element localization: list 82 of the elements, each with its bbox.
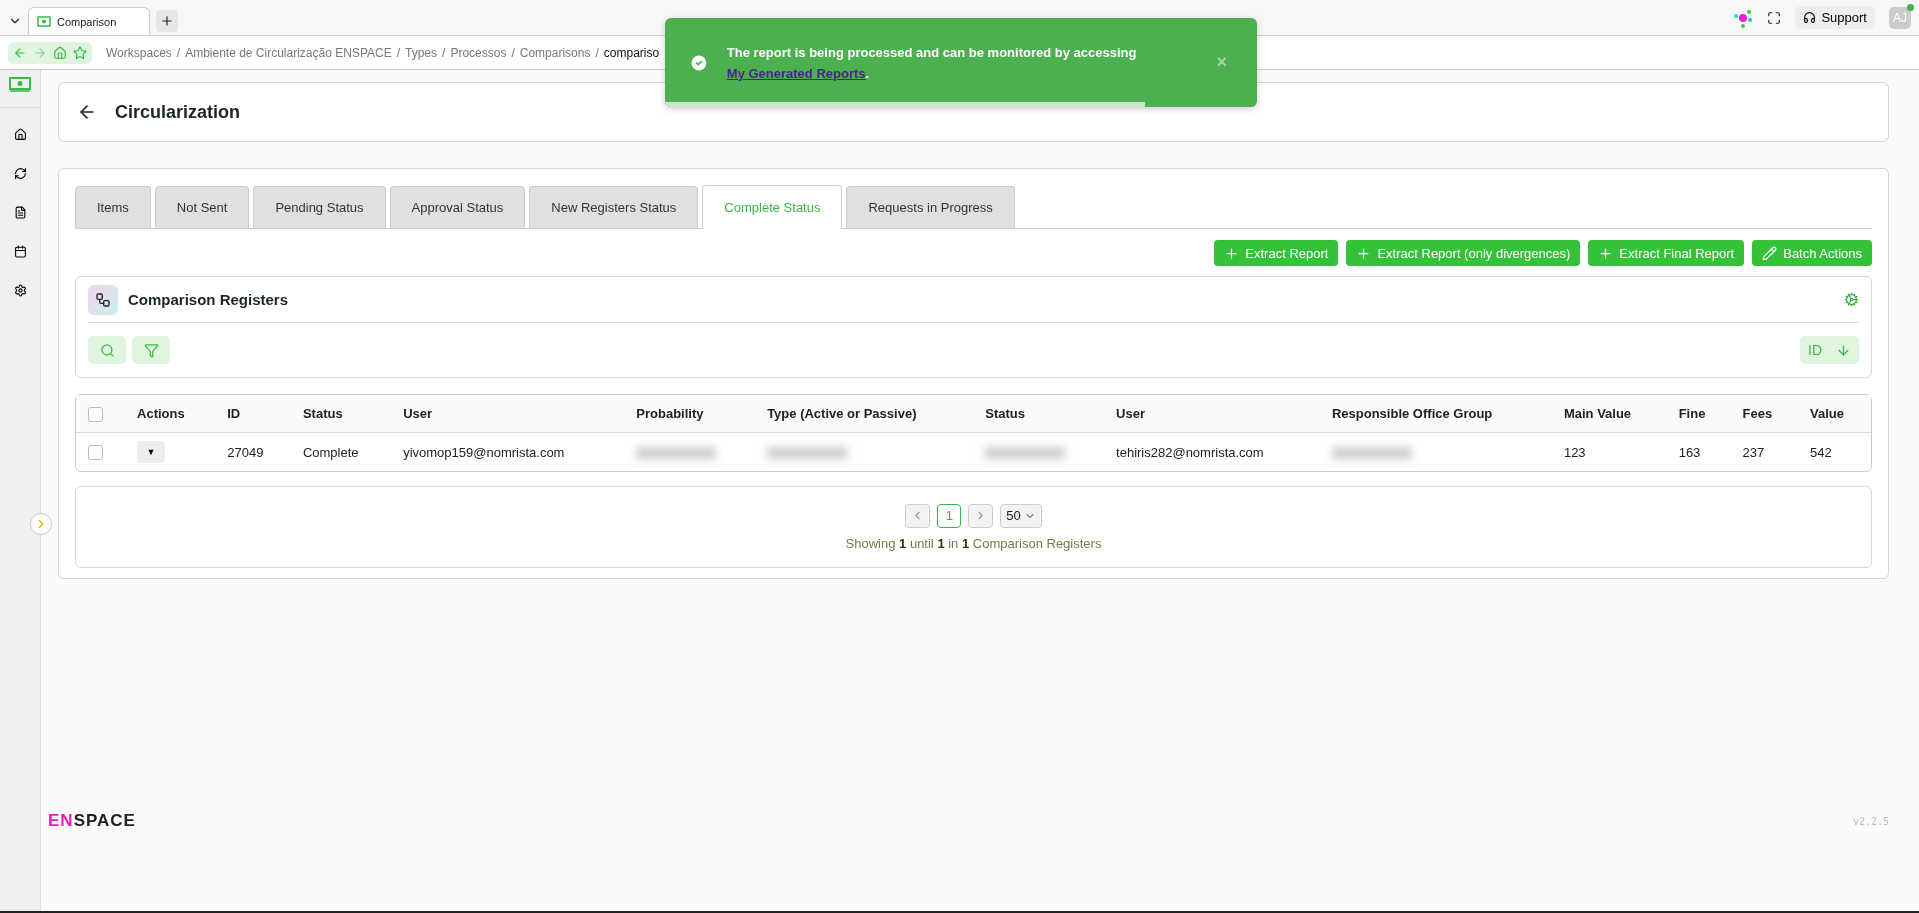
- breadcrumb-item[interactable]: Workspaces: [106, 45, 172, 60]
- breadcrumb-current: compariso: [603, 45, 660, 60]
- column-header: Probability: [624, 395, 756, 433]
- version-label: v2.2.5: [1852, 815, 1889, 827]
- page-title: Circularization: [115, 101, 241, 123]
- tab[interactable]: Requests in Progress: [846, 186, 1015, 228]
- money-icon: [37, 16, 51, 27]
- table-cell-text: Complete: [301, 443, 360, 462]
- star-icon[interactable]: [73, 45, 87, 60]
- settings-icon[interactable]: [13, 284, 27, 297]
- search-button[interactable]: [88, 336, 126, 364]
- table-cell-text: 237: [1741, 443, 1766, 462]
- tab[interactable]: Pending Status: [253, 186, 386, 228]
- tab[interactable]: Approval Status: [389, 186, 526, 228]
- home-icon[interactable]: [13, 128, 27, 141]
- table-cell-text: 123: [1562, 443, 1587, 462]
- column-header: Actions: [125, 395, 216, 433]
- row-menu-button[interactable]: ▼: [137, 441, 166, 463]
- column-header: User: [391, 395, 625, 433]
- previous-page-button[interactable]: [905, 503, 931, 528]
- pencil-icon: [1762, 245, 1778, 261]
- breadcrumb-separator: /: [595, 45, 599, 60]
- plus-icon: [1224, 245, 1240, 261]
- forward-icon[interactable]: [33, 45, 47, 60]
- search-icon: [99, 342, 115, 358]
- column-header: Responsible Office Group: [1319, 395, 1552, 433]
- tab[interactable]: Items: [75, 186, 151, 228]
- enspace-logo: ENSPACE: [48, 811, 136, 831]
- column-header: Status: [973, 395, 1105, 433]
- browser-tab[interactable]: Comparison: [28, 7, 150, 35]
- page-button[interactable]: 1: [937, 503, 962, 528]
- column-header: Value: [1797, 395, 1871, 433]
- refresh-icon[interactable]: [13, 167, 27, 180]
- checkbox[interactable]: [88, 445, 103, 461]
- arrow-down-icon: [1836, 342, 1851, 358]
- page-size-select[interactable]: 50: [1000, 503, 1042, 528]
- column-header: Type (Active or Passive): [755, 395, 974, 433]
- headset-icon: [1803, 11, 1817, 24]
- app-logo-icon[interactable]: [1733, 7, 1754, 28]
- plus-icon: [160, 14, 174, 28]
- column-header: Main Value: [1551, 395, 1667, 433]
- column-header: Status: [290, 395, 392, 433]
- breadcrumb-separator: /: [176, 45, 181, 60]
- tab[interactable]: Complete Status: [702, 185, 843, 229]
- section-title: Comparison Registers: [128, 291, 289, 308]
- breadcrumb-separator: /: [396, 45, 401, 60]
- breadcrumb-separator: /: [511, 45, 515, 60]
- column-header: Fees: [1730, 395, 1798, 433]
- breadcrumb-item[interactable]: Types: [405, 45, 438, 60]
- pagination-summary: Showing 1 until 1 in 1 Comparison Registers: [845, 535, 1102, 551]
- checkbox[interactable]: [88, 406, 103, 422]
- table-cell-text: 163: [1677, 443, 1702, 462]
- breadcrumb-separator: /: [442, 45, 446, 60]
- tab[interactable]: Not Sent: [154, 186, 250, 228]
- column-header: User: [1104, 395, 1320, 433]
- success-icon: [689, 52, 709, 73]
- toast-message: The report is being processed and can be monitored by accessing My Generated Reports.: [726, 43, 1138, 83]
- breadcrumb-item[interactable]: Processos: [450, 45, 507, 60]
- document-icon[interactable]: [13, 206, 27, 219]
- support-button[interactable]: Support: [1795, 6, 1875, 29]
- table-cell-text: 542: [1808, 443, 1833, 462]
- column-header: ID: [215, 395, 291, 433]
- money-icon: [9, 76, 31, 92]
- new-tab-button[interactable]: [156, 10, 178, 32]
- breadcrumb-item[interactable]: Ambiente de Circularização ENSPACE: [185, 45, 392, 60]
- breadcrumb-item[interactable]: Comparisons: [519, 45, 591, 60]
- calendar-icon[interactable]: [13, 245, 27, 258]
- expand-sidebar-button[interactable]: [30, 513, 52, 535]
- tab[interactable]: New Registers Status: [529, 186, 699, 228]
- workflow-icon: [88, 284, 118, 315]
- plus-icon: [1598, 245, 1614, 261]
- reports-link[interactable]: My Generated Reports: [726, 65, 866, 81]
- next-page-button[interactable]: [968, 503, 994, 528]
- table-cell-text: yivomop159@nomrista.com: [402, 443, 566, 462]
- filter-button[interactable]: [132, 336, 170, 364]
- table-cell-text: tehiris282@nomrista.com: [1115, 443, 1265, 462]
- filter-icon: [143, 342, 159, 358]
- online-dot: [1907, 3, 1914, 11]
- fullscreen-icon[interactable]: [1767, 10, 1782, 25]
- column-header: Fine: [1666, 395, 1731, 433]
- plus-icon: [1356, 245, 1372, 261]
- table-cell-text: 27049: [226, 443, 265, 462]
